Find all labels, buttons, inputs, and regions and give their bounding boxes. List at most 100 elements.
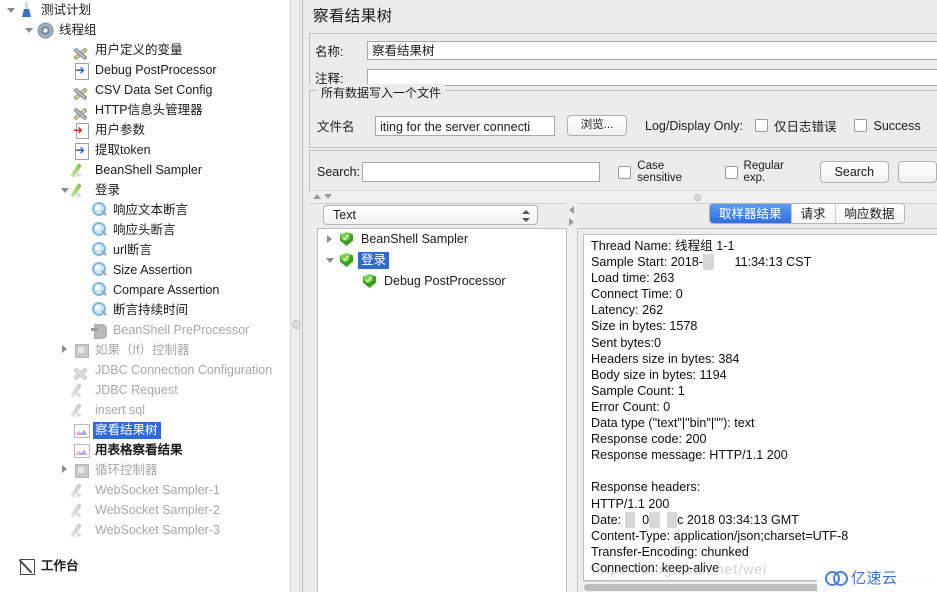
tree-twist-spacer <box>58 520 72 540</box>
tree-collapse-icon[interactable] <box>323 250 339 271</box>
collapse-left-icon[interactable] <box>569 206 574 214</box>
tree-item-label: Size Assertion <box>113 262 193 277</box>
tree-item[interactable]: 循环控制器 <box>0 460 290 480</box>
tree-item-label: url断言 <box>113 242 152 257</box>
results-tree[interactable]: BeanShell Sampler 登录 Debug PostProcessor <box>317 228 567 592</box>
tree-item[interactable]: Size Assertion <box>0 260 290 280</box>
tree-expand-icon[interactable] <box>58 460 72 480</box>
tree-item[interactable]: Debug PostProcessor <box>0 60 290 80</box>
tree-item[interactable]: 如果（If）控制器 <box>0 340 290 360</box>
tree-expand-icon[interactable] <box>323 229 339 250</box>
name-label: 名称: <box>315 45 344 59</box>
sampler-result-line: Headers size in bytes: 384 <box>591 351 740 366</box>
case-sensitive-checkbox[interactable] <box>618 165 632 179</box>
cloud-logo-icon <box>825 570 848 586</box>
tree-twist-spacer <box>4 556 18 576</box>
page-arrow-icon <box>72 141 90 160</box>
tree-expand-icon[interactable] <box>58 340 72 360</box>
regular-exp-label: Regular exp. <box>743 160 784 184</box>
tree-item-label: Debug PostProcessor <box>95 62 217 77</box>
name-input[interactable]: 察看结果树 <box>367 41 937 60</box>
scrollbar-thumb[interactable] <box>584 584 830 591</box>
tree-twist-spacer <box>58 140 72 160</box>
tree-twist-spacer <box>58 400 72 420</box>
filename-input[interactable]: iting for the server connecti <box>375 115 555 136</box>
tab-0[interactable]: 取样器结果 <box>710 204 792 223</box>
name-row: 名称: 察看结果树 <box>315 41 937 60</box>
hsplitter-grip[interactable] <box>694 194 701 201</box>
browse-button[interactable]: 浏览... <box>567 115 627 136</box>
results-tree-item[interactable]: Debug PostProcessor <box>318 271 566 292</box>
tab-2[interactable]: 响应数据 <box>835 204 904 223</box>
chevron-updown-icon[interactable] <box>521 209 530 223</box>
tools-icon <box>72 101 90 119</box>
tree-item[interactable]: CSV Data Set Config <box>0 80 290 100</box>
tree-item[interactable]: url断言 <box>0 240 290 260</box>
tree-item[interactable]: 用户参数 <box>0 120 290 140</box>
controller-icon <box>72 341 90 359</box>
tree-item[interactable]: JDBC Connection Configuration <box>0 360 290 380</box>
tree-item[interactable]: 响应文本断言 <box>0 200 290 220</box>
search-button[interactable]: Search <box>819 161 890 183</box>
tree-item[interactable]: 登录 <box>0 180 290 200</box>
horizontal-splitter[interactable] <box>310 190 937 204</box>
page-arrow-icon <box>72 61 90 80</box>
tree-item[interactable]: insert sql <box>0 400 290 420</box>
tree-item[interactable]: BeanShell PreProcessor <box>0 320 290 340</box>
tree-item-label: 如果（If）控制器 <box>95 342 190 357</box>
tab-1[interactable]: 请求 <box>791 204 836 223</box>
tree-item[interactable]: 测试计划 <box>0 0 290 20</box>
tree-collapse-icon[interactable] <box>4 0 18 20</box>
tree-item[interactable]: 提取token <box>0 140 290 160</box>
renderer-selected-value: Text <box>333 208 356 222</box>
tree-item[interactable]: WebSocket Sampler-1 <box>0 480 290 500</box>
collapse-right-icon[interactable] <box>569 218 574 226</box>
tree-item[interactable]: 断言持续时间 <box>0 300 290 320</box>
reset-button[interactable] <box>898 161 937 183</box>
collapse-down-icon[interactable] <box>324 194 332 199</box>
tree-item[interactable]: Compare Assertion <box>0 280 290 300</box>
tree-item[interactable]: HTTP信息头管理器 <box>0 100 290 120</box>
success-shield-icon <box>339 231 354 247</box>
successes-only-checkbox[interactable] <box>854 119 868 132</box>
tree-item-label: insert sql <box>95 402 146 417</box>
comment-input[interactable] <box>367 69 937 86</box>
preprocessor-icon <box>90 321 108 339</box>
search-input[interactable] <box>361 162 601 182</box>
results-tree-item-label: Debug PostProcessor <box>384 274 506 288</box>
tree-twist-spacer <box>58 420 72 440</box>
collapse-up-icon[interactable] <box>313 194 321 199</box>
tree-twist-spacer <box>346 271 362 292</box>
magnify-icon <box>90 221 108 239</box>
tree-item-label: WebSocket Sampler-3 <box>95 522 220 537</box>
tree-item[interactable]: 察看结果树 <box>0 420 290 440</box>
detail-tabs[interactable]: 取样器结果 请求 响应数据 <box>709 203 905 224</box>
renderer-select[interactable]: Text <box>323 205 538 225</box>
vertical-splitter[interactable] <box>290 0 303 592</box>
tree-item[interactable]: WebSocket Sampler-3 <box>0 520 290 540</box>
tree-item-label: HTTP信息头管理器 <box>95 102 203 117</box>
tools-icon <box>72 41 90 59</box>
magnify-icon <box>90 201 108 219</box>
results-tree-item[interactable]: 登录 <box>318 250 566 271</box>
results-tree-item[interactable]: BeanShell Sampler <box>318 229 566 250</box>
sampler-result-textarea[interactable]: Thread Name: 线程组 1-1 Sample Start: 2018- … <box>583 234 937 581</box>
test-plan-tree[interactable]: 测试计划线程组用户定义的变量 Debug PostProcessor CSV Dat… <box>0 0 290 592</box>
results-detail-splitter[interactable] <box>567 202 577 592</box>
chart-icon <box>72 441 90 459</box>
tree-item[interactable]: BeanShell Sampler <box>0 160 290 180</box>
tree-collapse-icon[interactable] <box>22 20 36 40</box>
tree-item-label: 循环控制器 <box>95 462 158 477</box>
tree-item[interactable]: WebSocket Sampler-2 <box>0 500 290 520</box>
tree-item-label: Compare Assertion <box>113 282 220 297</box>
regular-exp-checkbox[interactable] <box>724 165 738 179</box>
tree-item[interactable]: 用户定义的变量 <box>0 40 290 60</box>
tree-item[interactable]: 线程组 <box>0 20 290 40</box>
errors-only-checkbox[interactable] <box>754 119 768 132</box>
tree-collapse-icon[interactable] <box>58 180 72 200</box>
tree-item[interactable]: 用表格察看结果 <box>0 440 290 460</box>
tree-twist-spacer <box>58 80 72 100</box>
tree-item[interactable]: 响应头断言 <box>0 220 290 240</box>
tree-item[interactable]: JDBC Request <box>0 380 290 400</box>
tree-item[interactable]: 工作台 <box>0 556 290 576</box>
